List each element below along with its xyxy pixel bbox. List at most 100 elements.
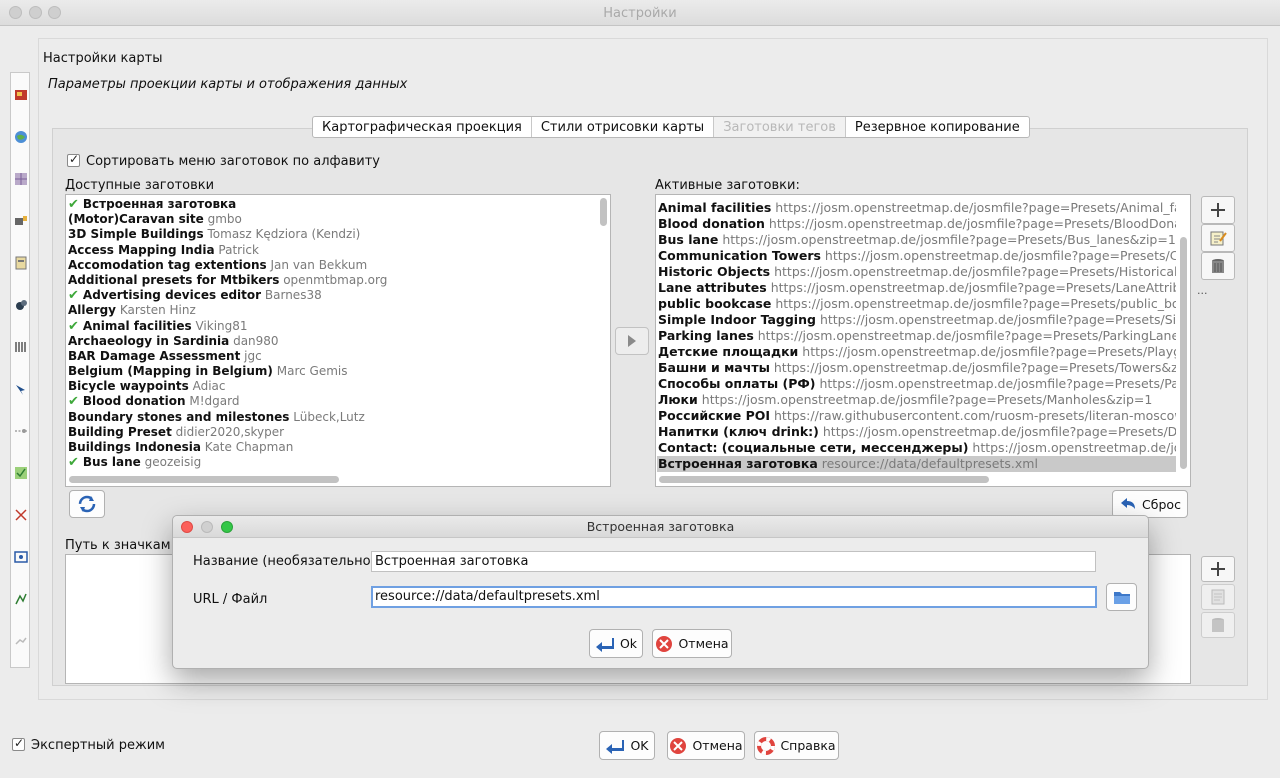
preset-author: Adiac	[192, 379, 226, 394]
tab-tag-presets[interactable]: Заготовки тегов	[714, 117, 846, 137]
list-item[interactable]: Blood donation https://josm.openstreetma…	[657, 216, 1176, 232]
list-item[interactable]: Contact: (социальные сети, мессенджеры) …	[657, 440, 1176, 456]
advanced-settings-icon[interactable]	[13, 633, 28, 648]
list-item[interactable]: Детские площадки https://josm.openstreet…	[657, 344, 1176, 360]
checkbox-icon[interactable]	[67, 152, 80, 167]
list-item[interactable]: ✔ Bus lane geozeisig	[67, 455, 596, 470]
list-item[interactable]: Parking lanes https://josm.openstreetmap…	[657, 328, 1176, 344]
map-settings-icon[interactable]	[13, 171, 28, 186]
list-item[interactable]: Simple Indoor Tagging https://josm.opens…	[657, 312, 1176, 328]
add-icon-path-button[interactable]	[1201, 556, 1235, 582]
trash-icon	[1212, 618, 1224, 632]
list-item[interactable]: ✔ Blood donation M!dgard	[67, 394, 596, 409]
list-item[interactable]: Building Preset didier2020,skyper	[67, 425, 596, 440]
preset-name: Accomodation tag extentions	[68, 257, 267, 272]
list-item[interactable]: Boundary stones and milestones Lübeck,Lu…	[67, 410, 596, 425]
plugins-settings-icon[interactable]	[13, 297, 28, 312]
gps-settings-icon[interactable]	[13, 591, 28, 606]
list-item[interactable]: Historic Objects https://josm.openstreet…	[657, 264, 1176, 280]
list-item[interactable]: Bicycle waypoints Adiac	[67, 379, 596, 394]
edit-preset-button[interactable]	[1201, 224, 1235, 252]
list-item[interactable]: Башни и мачты https://josm.openstreetmap…	[657, 360, 1176, 376]
help-button[interactable]: Справка	[754, 731, 839, 760]
projection-settings-icon[interactable]	[13, 423, 28, 438]
audio-settings-icon[interactable]	[13, 507, 28, 522]
tab-projection[interactable]: Картографическая проекция	[313, 117, 532, 137]
delete-preset-button[interactable]	[1201, 252, 1235, 280]
preset-author: Jan van Bekkum	[270, 257, 368, 272]
validator-settings-icon[interactable]	[13, 465, 28, 480]
list-item[interactable]: Встроенная заготовка resource://data/def…	[657, 456, 1176, 472]
preset-url: https://raw.githubusercontent.com/ruosm-…	[774, 408, 1176, 423]
list-item[interactable]: Bus lane https://josm.openstreetmap.de/j…	[657, 232, 1176, 248]
list-item[interactable]: Lane attributes https://josm.openstreetm…	[657, 280, 1176, 296]
activate-preset-button[interactable]	[615, 327, 649, 355]
sort-presets-checkbox[interactable]: Сортировать меню заготовок по алфавиту	[67, 152, 380, 169]
expert-mode-checkbox[interactable]: Экспертный режим	[12, 736, 165, 753]
list-item[interactable]: BAR Damage Assessment jgc	[67, 349, 596, 364]
list-item[interactable]: public bookcase https://josm.openstreetm…	[657, 296, 1176, 312]
list-item[interactable]: ✔ Встроенная заготовка	[67, 197, 596, 212]
lifebuoy-icon	[757, 736, 776, 755]
cancel-button[interactable]: Отмена	[667, 731, 745, 760]
list-item[interactable]: Accomodation tag extentions Jan van Bekk…	[67, 258, 596, 273]
list-item[interactable]: Напитки (ключ drink:) https://josm.opens…	[657, 424, 1176, 440]
available-presets-list[interactable]: ✔ Встроенная заготовка (Motor)Caravan sit…	[65, 194, 611, 487]
available-list-horizontal-scrollbar[interactable]	[69, 476, 339, 483]
list-item[interactable]: Additional presets for Mtbikers openmtbm…	[67, 273, 596, 288]
presets-settings-icon[interactable]	[13, 255, 28, 270]
preset-name: Башни и мачты	[658, 360, 770, 375]
active-list-vertical-scrollbar[interactable]	[1180, 237, 1187, 469]
add-preset-button[interactable]	[1201, 196, 1235, 224]
reset-button[interactable]: Сброс	[1112, 490, 1188, 518]
list-item[interactable]: Люки https://josm.openstreetmap.de/josmf…	[657, 392, 1176, 408]
globe-settings-icon[interactable]	[13, 129, 28, 144]
list-item[interactable]: Access Mapping India Patrick	[67, 243, 596, 258]
list-item[interactable]: Allergy Karsten Hinz	[67, 303, 596, 318]
preset-name: Bicycle waypoints	[68, 379, 189, 394]
active-list-horizontal-scrollbar[interactable]	[659, 476, 989, 483]
list-item[interactable]: Buildings Indonesia Kate Chapman	[67, 440, 596, 455]
list-item[interactable]: Belgium (Mapping in Belgium) Marc Gemis	[67, 364, 596, 379]
ok-arrow-icon	[595, 637, 614, 652]
preset-author: Karsten Hinz	[119, 303, 196, 318]
ok-button[interactable]: OK	[599, 731, 655, 760]
connection-settings-icon[interactable]	[13, 213, 28, 228]
list-item[interactable]: Archaeology in Sardinia dan980	[67, 334, 596, 349]
edit-icon-path-button[interactable]	[1201, 584, 1235, 610]
list-item[interactable]: (Motor)Caravan site gmbo	[67, 212, 596, 227]
active-presets-rows: Animal facilities https://josm.openstree…	[657, 200, 1176, 472]
page-title: Настройки карты	[43, 51, 163, 66]
tab-map-styles[interactable]: Стили отрисовки карты	[532, 117, 715, 137]
dialog-ok-button[interactable]: Ok	[589, 629, 643, 658]
checkbox-icon[interactable]	[12, 736, 25, 751]
display-settings-icon[interactable]	[13, 87, 28, 102]
list-item[interactable]: ✔ Animal facilities Viking81	[67, 319, 596, 334]
list-item[interactable]: Animal facilities https://josm.openstree…	[657, 200, 1176, 216]
active-presets-list[interactable]: Animal facilities https://josm.openstree…	[655, 194, 1191, 487]
preset-author: Viking81	[195, 318, 248, 333]
imagery-settings-icon[interactable]	[13, 549, 28, 564]
list-item[interactable]: Российские POI https://raw.githubusercon…	[657, 408, 1176, 424]
preset-name: Blood donation	[658, 216, 765, 231]
tab-backup[interactable]: Резервное копирование	[846, 117, 1029, 137]
cancel-icon	[656, 635, 673, 652]
url-file-input[interactable]: resource://data/defaultpresets.xml	[371, 586, 1097, 608]
list-item[interactable]: Communication Towers https://josm.openst…	[657, 248, 1176, 264]
preset-name-input[interactable]: Встроенная заготовка	[371, 551, 1096, 572]
shortcuts-settings-icon[interactable]	[13, 339, 28, 354]
list-item[interactable]: Способы оплаты (РФ) https://josm.openstr…	[657, 376, 1176, 392]
list-item[interactable]: ✔ Advertising devices editor Barnes38	[67, 288, 596, 303]
list-item[interactable]: 3D Simple Buildings Tomasz Kędziora (Ken…	[67, 227, 596, 242]
preset-name: Animal facilities	[82, 318, 192, 333]
available-list-vertical-scrollbar[interactable]	[600, 198, 607, 226]
checkmark-icon: ✔	[68, 197, 79, 212]
preset-name: Archaeology in Sardinia	[68, 333, 230, 348]
browse-file-button[interactable]	[1106, 583, 1137, 611]
delete-icon-path-button[interactable]	[1201, 612, 1235, 638]
remote-control-settings-icon[interactable]	[13, 381, 28, 396]
dialog-cancel-button[interactable]: Отмена	[652, 629, 732, 658]
refresh-presets-button[interactable]	[69, 490, 105, 518]
reset-button-label: Сброс	[1142, 496, 1181, 512]
preset-name: Люки	[658, 392, 698, 407]
